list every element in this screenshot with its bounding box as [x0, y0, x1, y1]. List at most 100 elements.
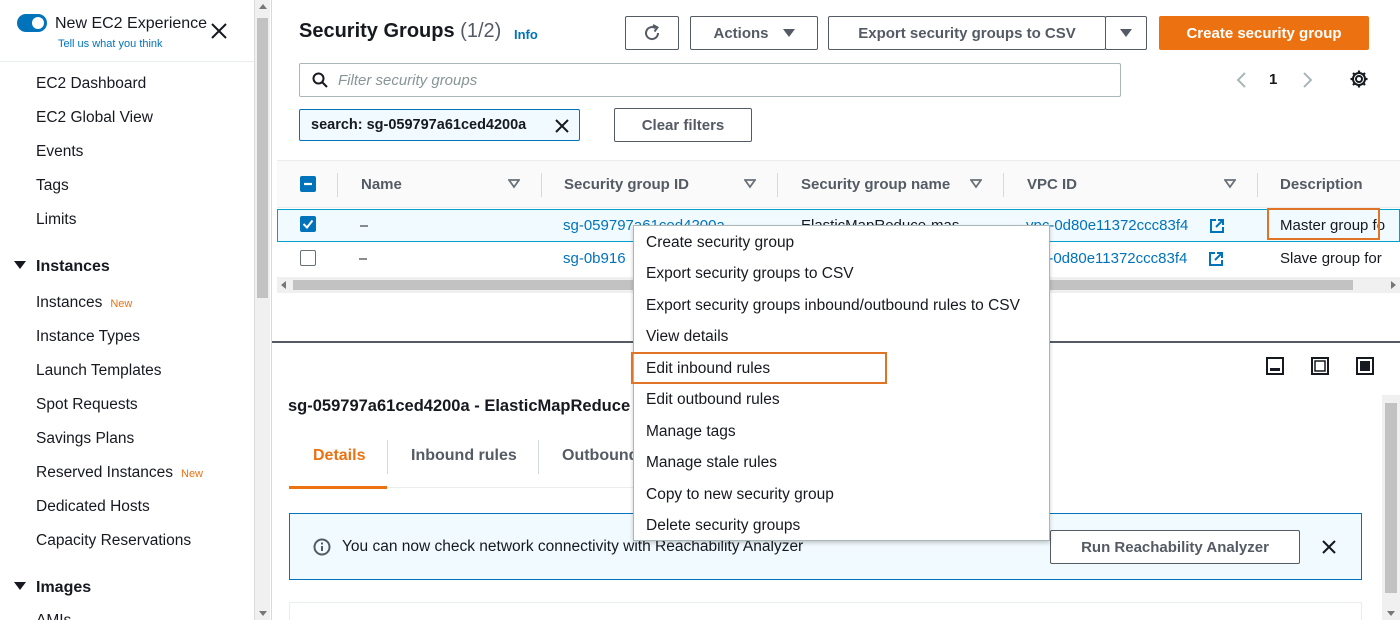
scroll-down-icon[interactable] — [1387, 611, 1395, 616]
row-checkbox[interactable] — [300, 250, 316, 266]
sidebar-item-tags[interactable]: Tags — [36, 177, 69, 195]
active-tab-indicator — [289, 486, 387, 489]
chevron-left-icon[interactable] — [1235, 71, 1247, 89]
sidebar-item-events[interactable]: Events — [36, 143, 83, 161]
sidebar-item-launch-templates[interactable]: Launch Templates — [36, 362, 162, 380]
search-icon — [312, 72, 328, 88]
export-csv-button[interactable]: Export security groups to CSV — [828, 16, 1106, 50]
item-label: Instances — [36, 294, 103, 311]
tab-outbound-rules[interactable]: Outbound — [562, 447, 638, 465]
column-header-security-group-id[interactable]: Security group ID — [564, 176, 689, 193]
selection-count: (1/2) — [460, 20, 502, 42]
column-divider — [777, 173, 778, 197]
create-security-group-button[interactable]: Create security group — [1159, 16, 1369, 50]
sidebar-item-ec2-global-view[interactable]: EC2 Global View — [36, 109, 153, 127]
title-text: Security Groups — [299, 20, 455, 42]
divider — [271, 0, 272, 620]
table-header: Name Security group ID Security group na… — [277, 160, 1400, 208]
select-all-checkbox[interactable] — [300, 176, 316, 192]
sidebar-item-reserved-instances[interactable]: Reserved Instances New — [36, 464, 203, 482]
column-header-vpc-id[interactable]: VPC ID — [1027, 176, 1077, 193]
actions-label: Actions — [713, 24, 769, 42]
sidebar-item-instance-types[interactable]: Instance Types — [36, 328, 140, 346]
info-link[interactable]: Info — [514, 27, 538, 42]
sidebar-item-instances[interactable]: Instances New — [36, 294, 132, 312]
split-side-icon[interactable] — [1311, 357, 1329, 375]
external-link-icon[interactable] — [1208, 251, 1224, 267]
scroll-up-icon[interactable] — [259, 4, 267, 9]
scrollbar-thumb[interactable] — [257, 18, 268, 298]
sort-icon[interactable] — [1224, 179, 1236, 189]
tab-divider — [387, 440, 388, 474]
row-checkbox[interactable] — [300, 216, 316, 232]
cell-name: – — [359, 250, 368, 267]
new-experience-toggle[interactable] — [17, 14, 47, 32]
menu-item-delete-security-groups[interactable]: Delete security groups — [646, 517, 800, 535]
caret-down-icon — [1120, 29, 1132, 37]
column-header-security-group-name[interactable]: Security group name — [801, 176, 950, 193]
run-reachability-analyzer-button[interactable]: Run Reachability Analyzer — [1050, 530, 1300, 564]
cell-vpc-id[interactable]: vpc-0d80e11372ccc83f4 — [1026, 217, 1206, 234]
menu-item-view-details[interactable]: View details — [646, 328, 728, 346]
column-header-description[interactable]: Description — [1280, 176, 1363, 193]
sidebar-item-spot-requests[interactable]: Spot Requests — [36, 396, 138, 414]
menu-item-create-security-group[interactable]: Create security group — [646, 234, 794, 252]
refresh-icon — [645, 24, 660, 41]
page-title: Security Groups (1/2) — [299, 20, 501, 43]
actions-button[interactable]: Actions — [690, 16, 818, 50]
menu-item-manage-tags[interactable]: Manage tags — [646, 423, 736, 441]
menu-item-edit-outbound-rules[interactable]: Edit outbound rules — [646, 391, 780, 409]
clear-filters-button[interactable]: Clear filters — [614, 108, 752, 142]
sidebar-section-images[interactable]: Images — [14, 579, 91, 597]
refresh-button[interactable] — [625, 16, 679, 50]
sidebar-item-capacity-reservations[interactable]: Capacity Reservations — [36, 532, 191, 550]
scroll-down-icon[interactable] — [259, 611, 267, 616]
filter-field[interactable] — [299, 63, 1121, 97]
external-link-icon[interactable] — [1209, 218, 1225, 234]
section-title: Images — [36, 579, 92, 596]
main-scrollbar[interactable] — [1382, 395, 1400, 620]
export-dropdown-button[interactable] — [1105, 16, 1147, 50]
sidebar-item-ec2-dashboard[interactable]: EC2 Dashboard — [36, 75, 146, 93]
new-badge: New — [181, 468, 204, 480]
tab-inbound-rules[interactable]: Inbound rules — [411, 447, 517, 465]
sidebar-item-dedicated-hosts[interactable]: Dedicated Hosts — [36, 498, 150, 516]
menu-item-manage-stale-rules[interactable]: Manage stale rules — [646, 454, 777, 472]
search-input[interactable] — [338, 64, 1108, 96]
tab-details[interactable]: Details — [313, 447, 365, 465]
close-icon[interactable] — [208, 20, 230, 42]
cell-name: – — [360, 217, 369, 234]
description-highlight-box — [1267, 208, 1380, 240]
new-badge: New — [110, 298, 133, 310]
menu-item-copy-security-group[interactable]: Copy to new security group — [646, 486, 834, 504]
details-panel — [289, 602, 1362, 620]
sidebar-item-limits[interactable]: Limits — [36, 211, 76, 229]
chevron-right-icon[interactable] — [1302, 71, 1314, 89]
page-number[interactable]: 1 — [1269, 71, 1277, 88]
split-fullscreen-icon[interactable] — [1356, 357, 1374, 375]
sort-icon[interactable] — [744, 179, 756, 189]
column-header-name[interactable]: Name — [361, 176, 402, 193]
menu-item-export-csv[interactable]: Export security groups to CSV — [646, 265, 854, 283]
close-icon[interactable] — [1320, 538, 1338, 556]
scrollbar-thumb[interactable] — [1385, 403, 1397, 593]
sort-icon[interactable] — [508, 179, 520, 189]
column-divider — [1257, 173, 1258, 197]
sidebar-scrollbar[interactable] — [254, 0, 270, 620]
cell-vpc-id[interactable]: vpc-0d80e11372ccc83f4 — [1025, 250, 1205, 267]
gear-icon[interactable] — [1349, 69, 1369, 89]
close-icon[interactable] — [553, 117, 571, 135]
sidebar-section-instances[interactable]: Instances — [14, 258, 110, 276]
sidebar-item-savings-plans[interactable]: Savings Plans — [36, 430, 134, 448]
menu-item-export-rules-csv[interactable]: Export security groups inbound/outbound … — [646, 297, 1020, 315]
sidebar-item-amis[interactable]: AMIs — [36, 612, 71, 620]
sort-icon[interactable] — [970, 179, 982, 189]
sidebar: New EC2 Experience Tell us what you thin… — [0, 0, 254, 620]
column-divider — [541, 173, 542, 197]
split-bottom-icon[interactable] — [1266, 357, 1284, 375]
caret-down-icon — [782, 29, 795, 37]
filter-token-text: search: sg-059797a61ced4200a — [311, 117, 527, 133]
feedback-link[interactable]: Tell us what you think — [58, 38, 163, 50]
scroll-right-icon[interactable] — [1391, 281, 1396, 289]
scroll-left-icon[interactable] — [281, 281, 286, 289]
